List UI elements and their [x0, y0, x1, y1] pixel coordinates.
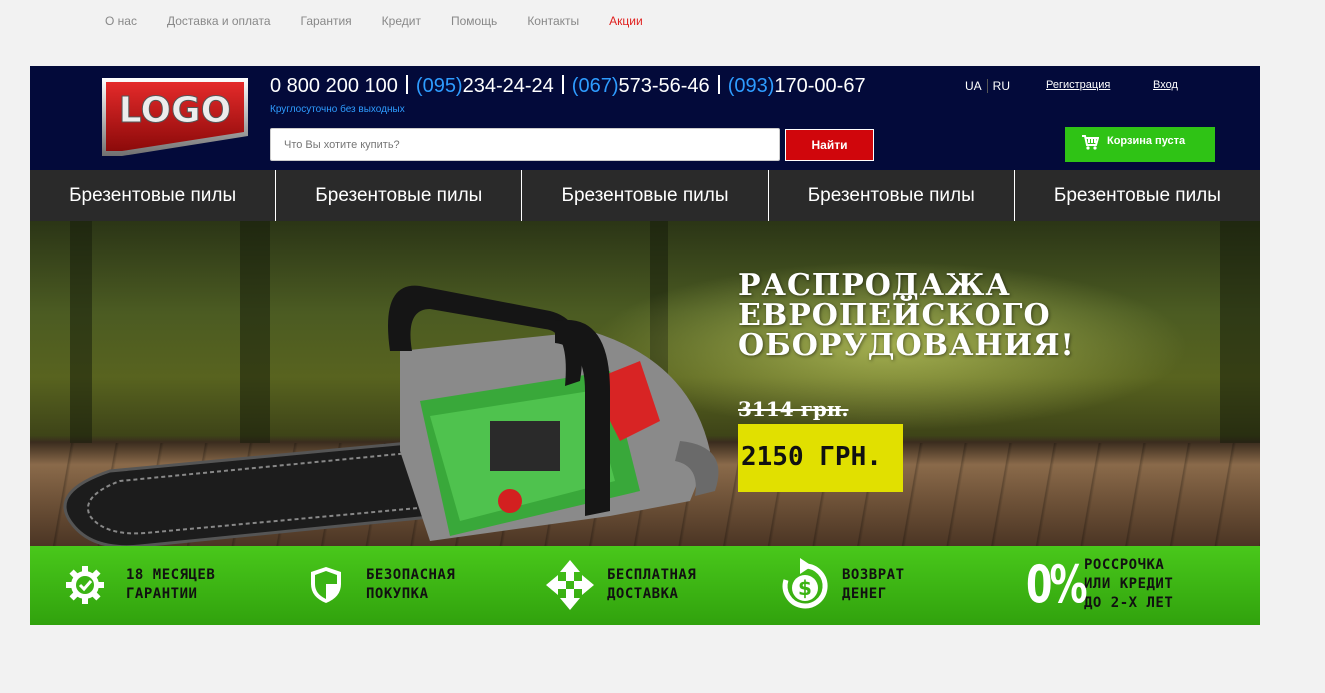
- category-item[interactable]: Брезентовые пилы: [769, 170, 1015, 221]
- top-nav: О нас Доставка и оплата Гарантия Кредит …: [105, 13, 673, 29]
- arrows-cross-icon: [546, 560, 594, 610]
- phone-separator: [561, 75, 564, 94]
- phone-separator: [405, 75, 408, 94]
- hero-title-line: ОБОРУДОВАНИЯ!: [738, 328, 1075, 363]
- phone-number[interactable]: 573-56-46: [619, 75, 710, 97]
- search-input[interactable]: [270, 128, 780, 161]
- feature-money-back: $ ВОЗВРАТ ДЕНЕГ: [780, 556, 905, 614]
- site-header: LOGO 0 800 200 100 (095)234-24-24 (067)573…: [30, 66, 1260, 170]
- category-nav: Брезентовые пилы Брезентовые пилы Брезен…: [30, 170, 1260, 221]
- tree-trunk: [1220, 221, 1260, 443]
- category-item[interactable]: Брезентовые пилы: [276, 170, 523, 221]
- shield-icon: [311, 567, 341, 603]
- feature-line: ПОКУПКА: [366, 586, 429, 602]
- working-hours: Круглосуточно без выходных: [270, 104, 405, 115]
- feature-text: 18 МЕСЯЦЕВ ГАРАНТИИ: [126, 566, 215, 604]
- feature-credit: 0% РОССРОЧКА ИЛИ КРЕДИТ ДО 2-Х ЛЕТ: [1026, 554, 1173, 615]
- phone-code: (067): [571, 75, 619, 97]
- features-bar: 18 МЕСЯЦЕВ ГАРАНТИИ БЕЗОПАСНАЯ ПОКУПКА Б…: [30, 546, 1260, 625]
- cart-label: Корзина пуста: [1107, 135, 1186, 147]
- hero-title-line: ЕВРОПЕЙСКОГО: [738, 298, 1051, 333]
- logo[interactable]: LOGO: [100, 76, 250, 158]
- phone-number[interactable]: 170-00-67: [774, 75, 865, 97]
- top-nav-contacts[interactable]: Контакты: [527, 13, 579, 29]
- login-link[interactable]: Вход: [1153, 79, 1178, 91]
- phone-main[interactable]: 0 800 200 100: [270, 75, 398, 97]
- feature-line: БЕЗОПАСНАЯ: [366, 567, 456, 583]
- top-nav-help[interactable]: Помощь: [451, 13, 497, 29]
- cart-icon: [1082, 135, 1099, 150]
- top-nav-promo[interactable]: Акции: [609, 13, 643, 29]
- gear-check-icon: [66, 566, 104, 604]
- feature-line: ВОЗВРАТ: [842, 567, 905, 583]
- money-back-icon: $: [782, 558, 828, 609]
- feature-line: ДЕНЕГ: [842, 586, 887, 602]
- hero-banner[interactable]: РАСПРОДАЖА ЕВРОПЕЙСКОГО ОБОРУДОВАНИЯ! 31…: [30, 221, 1260, 546]
- feature-line: ДОСТАВКА: [607, 586, 679, 602]
- lang-ua[interactable]: UA: [960, 79, 988, 93]
- feature-warranty: 18 МЕСЯЦЕВ ГАРАНТИИ: [64, 564, 215, 606]
- svg-text:$: $: [798, 576, 812, 600]
- old-price: 3114 грн.: [738, 397, 849, 421]
- top-nav-about[interactable]: О нас: [105, 13, 137, 29]
- hero-title: РАСПРОДАЖА ЕВРОПЕЙСКОГО ОБОРУДОВАНИЯ!: [738, 271, 1075, 361]
- phone-number[interactable]: 234-24-24: [463, 75, 554, 97]
- feature-text: БЕЗОПАСНАЯ ПОКУПКА: [366, 566, 455, 604]
- feature-line: ИЛИ КРЕДИТ: [1084, 576, 1174, 592]
- category-item[interactable]: Брезентовые пилы: [1015, 170, 1260, 221]
- feature-line: БЕСПЛАТНАЯ: [607, 567, 697, 583]
- feature-text: ВОЗВРАТ ДЕНЕГ: [842, 566, 905, 604]
- category-item[interactable]: Брезентовые пилы: [522, 170, 769, 221]
- top-nav-credit[interactable]: Кредит: [382, 13, 421, 29]
- feature-line: 18 МЕСЯЦЕВ: [126, 567, 216, 583]
- feature-text: РОССРОЧКА ИЛИ КРЕДИТ ДО 2-Х ЛЕТ: [1084, 556, 1173, 613]
- register-link[interactable]: Регистрация: [1046, 79, 1110, 91]
- top-nav-warranty[interactable]: Гарантия: [301, 13, 352, 29]
- new-price: 2150 ГРН.: [738, 424, 903, 492]
- top-nav-delivery[interactable]: Доставка и оплата: [167, 13, 271, 29]
- phone-separator: [717, 75, 720, 94]
- phone-code: (093): [727, 75, 775, 97]
- feature-line: ГАРАНТИИ: [126, 586, 198, 602]
- hero-title-line: РАСПРОДАЖА: [738, 268, 1011, 303]
- feature-delivery: БЕСПЛАТНАЯ ДОСТАВКА: [545, 559, 696, 611]
- feature-text: БЕСПЛАТНАЯ ДОСТАВКА: [607, 566, 696, 604]
- zero-percent-icon: 0%: [1026, 554, 1088, 615]
- cart-button[interactable]: Корзина пуста: [1065, 127, 1215, 162]
- logo-text: LOGO: [119, 90, 231, 131]
- category-item[interactable]: Брезентовые пилы: [30, 170, 277, 221]
- chainsaw-image: [63, 285, 719, 546]
- phone-code: (095): [415, 75, 463, 97]
- feature-secure: БЕЗОПАСНАЯ ПОКУПКА: [310, 566, 455, 604]
- feature-line: РОССРОЧКА: [1084, 557, 1165, 573]
- language-switcher: UA RU: [960, 79, 1015, 93]
- lang-ru[interactable]: RU: [988, 79, 1015, 93]
- search-button[interactable]: Найти: [785, 129, 874, 161]
- phone-numbers: 0 800 200 100 (095)234-24-24 (067)573-56-4…: [270, 75, 866, 98]
- feature-line: ДО 2-Х ЛЕТ: [1084, 595, 1174, 611]
